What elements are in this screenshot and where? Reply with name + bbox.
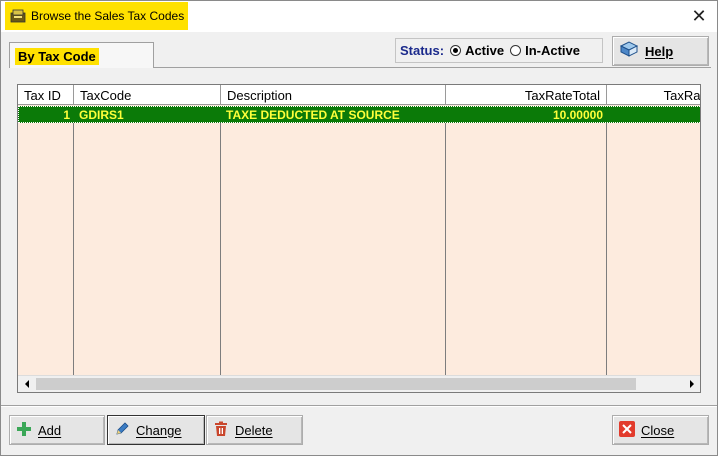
column-divider <box>220 123 221 375</box>
column-header-taxrates[interactable]: TaxRateS <box>607 85 700 105</box>
title-highlight: Browse the Sales Tax Codes <box>5 2 188 30</box>
status-active-radio[interactable]: Active <box>450 43 504 58</box>
browse-sales-tax-codes-window: Browse the Sales Tax Codes ✕ By Tax Code… <box>0 0 718 456</box>
app-icon <box>10 9 26 23</box>
horizontal-scrollbar[interactable] <box>18 375 700 392</box>
separator-highlight <box>1 406 717 407</box>
scroll-right-icon[interactable] <box>683 376 700 392</box>
radio-label: In-Active <box>525 43 580 58</box>
column-header-tax-id[interactable]: Tax ID <box>18 85 74 105</box>
delete-button[interactable]: Delete <box>206 415 303 445</box>
column-header-taxratetotal[interactable]: TaxRateTotal <box>446 85 607 105</box>
plus-icon <box>16 421 32 440</box>
delete-label: Delete <box>235 422 273 438</box>
tax-codes-grid[interactable]: Tax ID TaxCode Description TaxRateTotal … <box>17 84 701 393</box>
cell-description: TAXE DEDUCTED AT SOURCE <box>226 107 400 122</box>
tab-divider <box>154 67 711 68</box>
radio-label: Active <box>465 43 505 58</box>
pencil-icon <box>114 421 130 440</box>
tab-by-tax-code[interactable]: By Tax Code <box>9 42 154 68</box>
radio-checked-icon[interactable] <box>450 45 462 56</box>
column-divider <box>606 123 607 375</box>
cell-taxrates <box>608 107 700 122</box>
close-button[interactable]: Close <box>612 415 709 445</box>
cell-taxcode: GDIRS1 <box>79 107 124 122</box>
title-bar: Browse the Sales Tax Codes ✕ <box>1 1 717 32</box>
column-divider <box>73 123 74 375</box>
window-title: Browse the Sales Tax Codes <box>31 9 185 23</box>
column-header-description[interactable]: Description <box>221 85 446 105</box>
help-book-icon <box>619 40 639 62</box>
window-close-icon[interactable]: ✕ <box>687 5 711 27</box>
status-filter-group: Status: Active In-Active <box>395 38 603 63</box>
scroll-left-icon[interactable] <box>18 376 35 392</box>
change-label: Change <box>136 422 182 438</box>
radio-unchecked-icon[interactable] <box>510 45 522 56</box>
cell-taxratetotal: 10.00000 <box>552 107 603 122</box>
scrollbar-thumb[interactable] <box>36 378 636 390</box>
cell-tax-id: 1 <box>63 107 70 122</box>
table-row[interactable]: 1 GDIRS1 TAXE DEDUCTED AT SOURCE 10.0000… <box>18 106 700 123</box>
change-button[interactable]: Change <box>107 415 205 445</box>
help-button[interactable]: Help <box>612 36 709 66</box>
column-divider <box>445 123 446 375</box>
column-header-taxcode[interactable]: TaxCode <box>74 85 221 105</box>
close-x-icon <box>619 420 635 440</box>
add-button[interactable]: Add <box>9 415 105 445</box>
grid-header: Tax ID TaxCode Description TaxRateTotal … <box>18 85 700 105</box>
help-label: Help <box>645 43 674 59</box>
status-inactive-radio[interactable]: In-Active <box>510 43 580 58</box>
close-label: Close <box>641 422 675 438</box>
add-label: Add <box>38 422 62 438</box>
status-label: Status: <box>400 43 445 58</box>
tab-label: By Tax Code <box>15 48 99 65</box>
trash-icon <box>213 421 229 440</box>
